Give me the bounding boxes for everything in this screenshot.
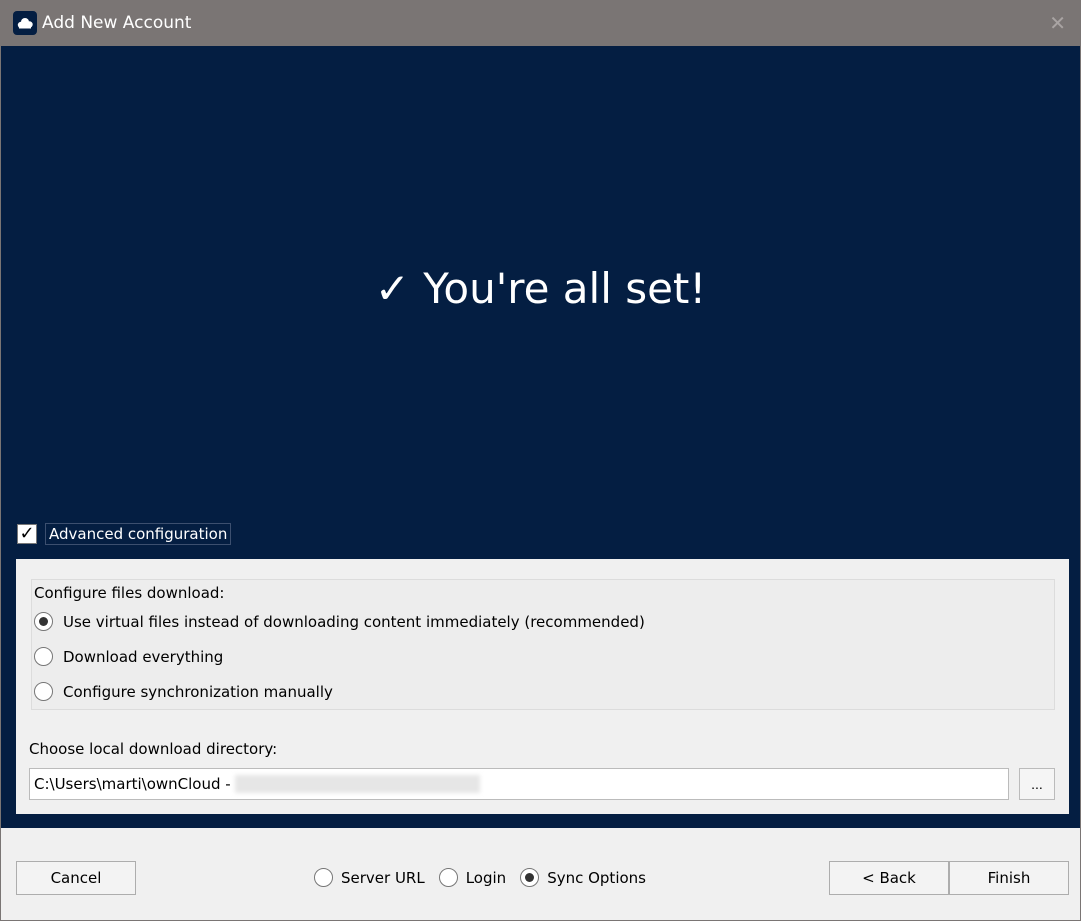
finish-button[interactable]: Finish <box>949 861 1069 895</box>
wizard-steps: Server URL Login Sync Options <box>308 868 646 887</box>
advanced-configuration-label[interactable]: Advanced configuration <box>45 523 232 545</box>
directory-value: C:\Users\marti\ownCloud - <box>34 775 231 793</box>
radio-icon[interactable] <box>34 682 53 701</box>
radio-icon[interactable] <box>34 647 53 666</box>
option-configure-manually[interactable]: Configure synchronization manually <box>34 682 333 701</box>
title-bar: Add New Account ✕ <box>1 1 1080 46</box>
option-download-everything[interactable]: Download everything <box>34 647 223 666</box>
directory-label: Choose local download directory: <box>29 740 278 758</box>
banner: ✓ You're all set! ✓ Advanced configurati… <box>1 46 1080 828</box>
cancel-button[interactable]: Cancel <box>16 861 136 895</box>
step-label: Server URL <box>341 868 425 887</box>
close-icon[interactable]: ✕ <box>1049 11 1066 35</box>
option-label: Use virtual files instead of downloading… <box>63 612 645 631</box>
checkbox-checked-icon[interactable]: ✓ <box>17 524 37 544</box>
redacted-account <box>234 775 480 793</box>
advanced-configuration-checkbox[interactable]: ✓ Advanced configuration <box>17 523 232 545</box>
directory-input[interactable]: C:\Users\marti\ownCloud - <box>29 768 1009 800</box>
step-server-url-radio[interactable] <box>314 868 333 887</box>
option-label: Configure synchronization manually <box>63 682 333 701</box>
success-heading: ✓ You're all set! <box>374 264 707 313</box>
window-title: Add New Account <box>42 13 192 33</box>
option-label: Download everything <box>63 647 224 666</box>
radio-selected-icon[interactable] <box>34 612 53 631</box>
owncloud-cloud-icon <box>13 11 37 35</box>
step-login-radio[interactable] <box>438 868 458 887</box>
add-account-dialog: Add New Account ✕ ✓ You're all set! ✓ Ad… <box>0 0 1081 921</box>
step-sync-options-radio[interactable] <box>520 868 540 887</box>
back-button[interactable]: < Back <box>829 861 949 895</box>
files-download-group: Configure files download: Use virtual fi… <box>31 579 1055 710</box>
group-title: Configure files download: <box>34 584 225 602</box>
option-virtual-files[interactable]: Use virtual files instead of downloading… <box>34 612 645 631</box>
step-label: Sync Options <box>547 868 646 887</box>
step-label: Login <box>465 868 507 887</box>
advanced-panel: Configure files download: Use virtual fi… <box>16 559 1069 814</box>
browse-button[interactable]: ... <box>1019 768 1055 800</box>
